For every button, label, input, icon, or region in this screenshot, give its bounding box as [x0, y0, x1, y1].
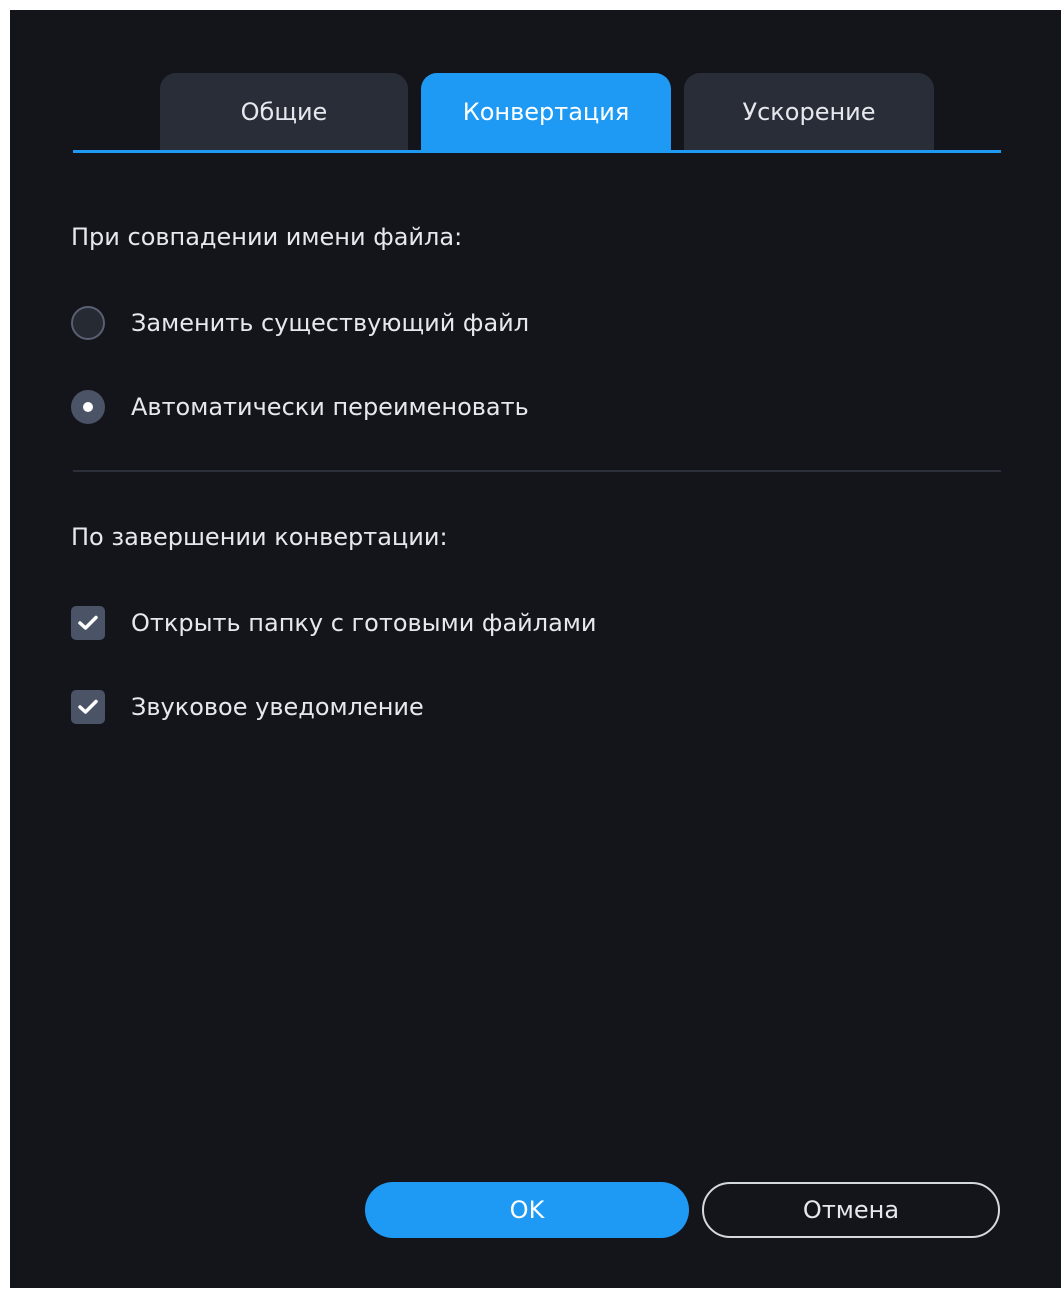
- tab-conversion[interactable]: Конвертация: [421, 73, 671, 150]
- radio-replace-existing[interactable]: Заменить существующий файл: [71, 303, 529, 343]
- radio-auto-rename-label: Автоматически переименовать: [131, 393, 529, 421]
- radio-button-checked[interactable]: [71, 390, 105, 424]
- checkmark-icon: [78, 615, 98, 630]
- radio-auto-rename[interactable]: Автоматически переименовать: [71, 387, 529, 427]
- checkbox-checked[interactable]: [71, 690, 105, 724]
- radio-dot-icon: [83, 402, 93, 412]
- checkbox-sound-notification[interactable]: Звуковое уведомление: [71, 687, 424, 727]
- radio-replace-existing-label: Заменить существующий файл: [131, 309, 530, 337]
- tab-acceleration[interactable]: Ускорение: [684, 73, 934, 150]
- tab-general[interactable]: Общие: [160, 73, 408, 150]
- checkmark-icon: [78, 699, 98, 714]
- cancel-button[interactable]: Отмена: [702, 1182, 1000, 1238]
- ok-button[interactable]: OK: [365, 1182, 689, 1238]
- checkbox-checked[interactable]: [71, 606, 105, 640]
- checkbox-sound-notification-label: Звуковое уведомление: [131, 693, 424, 721]
- checkbox-open-folder[interactable]: Открыть папку с готовыми файлами: [71, 603, 597, 643]
- after-conversion-heading: По завершении конвертации:: [71, 523, 448, 551]
- checkbox-open-folder-label: Открыть папку с готовыми файлами: [131, 609, 597, 637]
- file-conflict-heading: При совпадении имени файла:: [71, 223, 463, 251]
- radio-button-unchecked[interactable]: [71, 306, 105, 340]
- section-divider: [73, 470, 1001, 472]
- settings-dialog: Общие Конвертация Ускорение При совпаден…: [10, 10, 1061, 1288]
- tab-bar: Общие Конвертация Ускорение: [73, 73, 1001, 153]
